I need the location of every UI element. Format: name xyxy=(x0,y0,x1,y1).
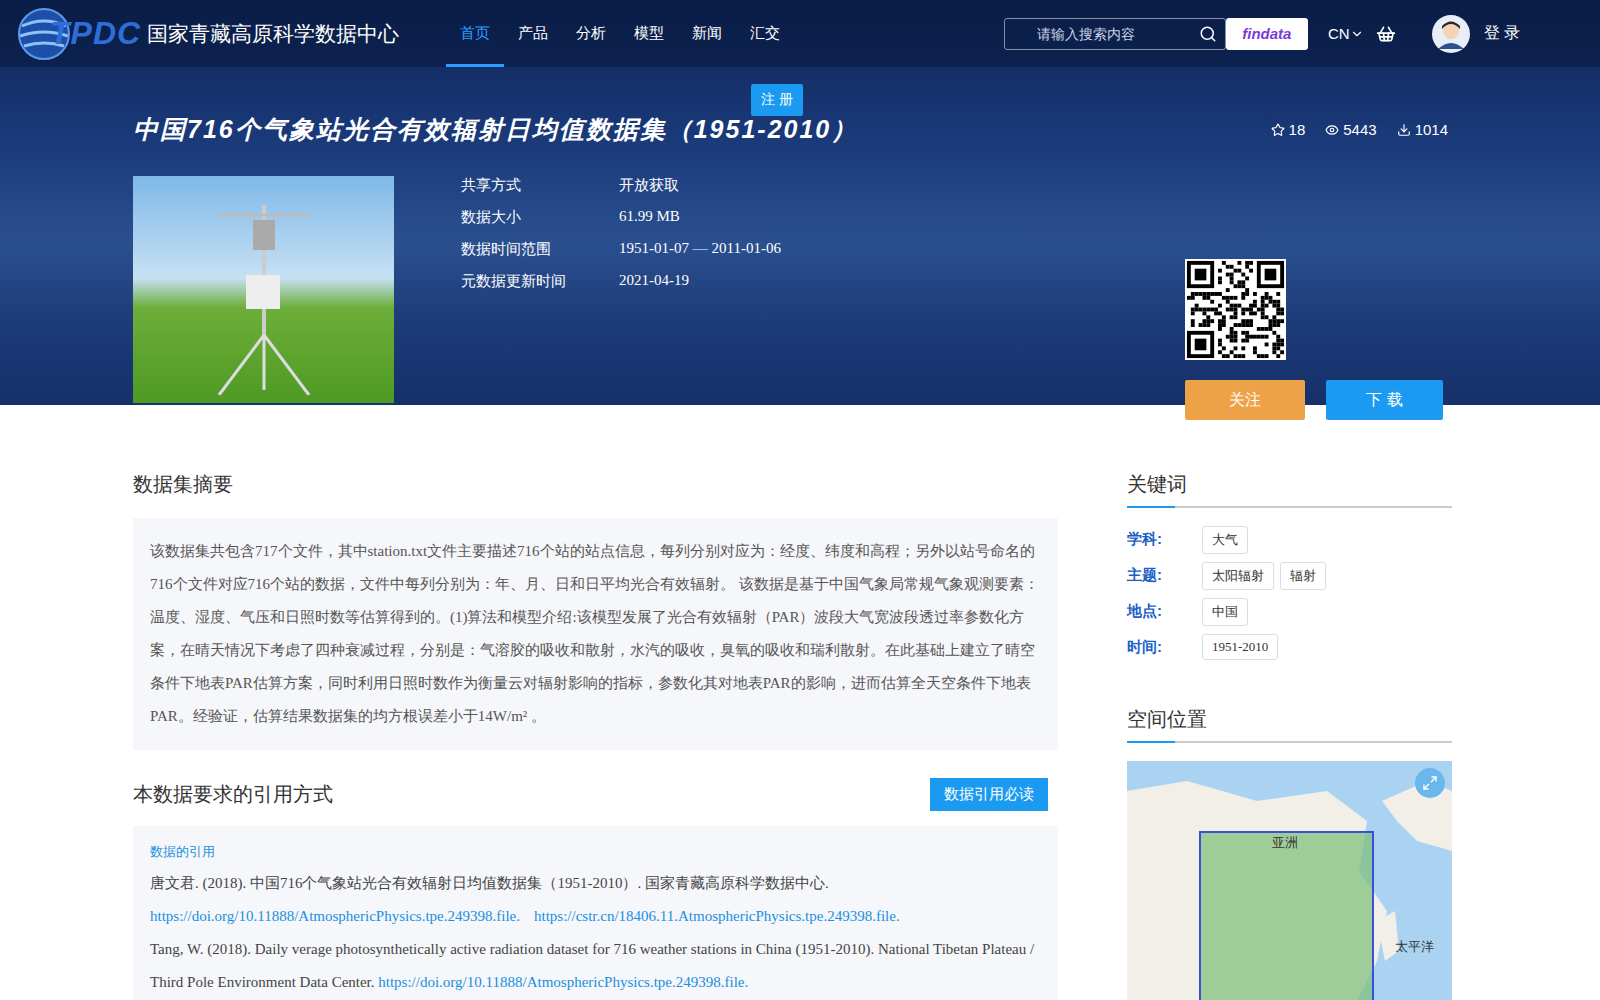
map-icon: 亚洲太平洋 xyxy=(1127,761,1452,1000)
info-label: 数据时间范围 xyxy=(461,240,619,260)
citation-english: Tang, W. (2018). Daily verage photosynth… xyxy=(150,933,1041,999)
eye-icon xyxy=(1325,123,1339,137)
keyword-row: 学科:大气 xyxy=(1127,526,1452,554)
map-label: 亚洲 xyxy=(1272,835,1298,850)
info-value: 1951-01-07 — 2011-01-06 xyxy=(619,240,781,260)
abstract-box: 该数据集共包含717个文件，其中station.txt文件主要描述716个站的站… xyxy=(133,518,1058,750)
keyword-row: 时间:1951-2010 xyxy=(1127,634,1452,660)
register-button[interactable]: 注 册 xyxy=(751,84,803,116)
logo-text: TPDC xyxy=(50,15,141,52)
stars-count: 18 xyxy=(1271,121,1306,138)
dataset-info: 共享方式开放获取数据大小61.99 MB数据时间范围1951-01-07 — 2… xyxy=(461,176,781,420)
info-label: 元数据更新时间 xyxy=(461,272,619,292)
nav-item[interactable]: 产品 xyxy=(504,0,562,67)
nav-item[interactable]: 新闻 xyxy=(678,0,736,67)
downloads-count: 1014 xyxy=(1397,121,1448,138)
citation-box: 数据的引用唐文君. (2018). 中国716个气象站光合有效辐射日均值数据集（… xyxy=(133,826,1058,1000)
star-icon xyxy=(1271,123,1285,137)
keyword-tag[interactable]: 1951-2010 xyxy=(1202,634,1278,660)
citation-links: https://doi.org/10.11888/AtmosphericPhys… xyxy=(150,900,1041,933)
info-value: 开放获取 xyxy=(619,176,679,196)
abstract-text: 该数据集共包含717个文件，其中station.txt文件主要描述716个站的站… xyxy=(150,535,1041,733)
citation-link[interactable]: https://doi.org/10.11888/AtmosphericPhys… xyxy=(378,974,748,990)
map-label: 太平洋 xyxy=(1395,939,1434,954)
citation-heading: 本数据要求的引用方式 xyxy=(133,781,333,808)
keywords-heading: 关键词 xyxy=(1127,471,1452,508)
citation-subheading: 数据的引用 xyxy=(150,843,1041,861)
info-row: 数据大小61.99 MB xyxy=(461,208,781,228)
keyword-tag[interactable]: 太阳辐射 xyxy=(1202,562,1274,590)
qr-code-icon xyxy=(1185,259,1286,360)
info-row: 共享方式开放获取 xyxy=(461,176,781,196)
keyword-label: 主题: xyxy=(1127,562,1202,585)
keyword-tag[interactable]: 大气 xyxy=(1202,526,1248,554)
cart-button[interactable] xyxy=(1376,24,1396,44)
citation-chinese: 唐文君. (2018). 中国716个气象站光合有效辐射日均值数据集（1951-… xyxy=(150,867,1041,900)
info-value: 2021-04-19 xyxy=(619,272,689,292)
nav-item[interactable]: 首页 xyxy=(446,0,504,67)
info-label: 共享方式 xyxy=(461,176,619,196)
info-row: 数据时间范围1951-01-07 — 2011-01-06 xyxy=(461,240,781,260)
citation-link[interactable]: https://doi.org/10.11888/AtmosphericPhys… xyxy=(150,908,520,924)
weather-station-icon xyxy=(189,185,339,395)
avatar-icon[interactable] xyxy=(1432,15,1470,53)
download-icon xyxy=(1397,123,1411,137)
site-name: 国家青藏高原科学数据中心 xyxy=(147,20,399,48)
search-icon[interactable] xyxy=(1199,25,1217,43)
abstract-heading: 数据集摘要 xyxy=(133,471,1058,498)
citation-guide-button[interactable]: 数据引用必读 xyxy=(930,778,1048,811)
keyword-tag[interactable]: 中国 xyxy=(1202,598,1248,626)
nav-item[interactable]: 模型 xyxy=(620,0,678,67)
map-heading: 空间位置 xyxy=(1127,706,1452,743)
location-map[interactable]: 亚洲太平洋 xyxy=(1127,761,1452,1000)
search-input[interactable] xyxy=(1035,25,1193,43)
expand-icon xyxy=(1422,775,1438,791)
keyword-label: 地点: xyxy=(1127,598,1202,621)
info-row: 元数据更新时间2021-04-19 xyxy=(461,272,781,292)
top-banner: TPDC国家青藏高原科学数据中心首页产品分析模型新闻汇交findataCN登 录… xyxy=(0,0,1600,405)
logo[interactable]: TPDC国家青藏高原科学数据中心 xyxy=(16,6,446,62)
main-nav: 首页产品分析模型新闻汇交 xyxy=(446,0,794,67)
dataset-hero: 中国716个气象站光合有效辐射日均值数据集（1951-2010） 18 5443 10… xyxy=(0,67,1600,405)
expand-map-button[interactable] xyxy=(1415,768,1445,798)
download-button[interactable]: 下 载 xyxy=(1326,380,1443,420)
dataset-photo xyxy=(133,176,394,403)
citation-link[interactable]: https://cstr.cn/18406.11.AtmosphericPhys… xyxy=(534,908,900,924)
keyword-row: 主题:太阳辐射辐射 xyxy=(1127,562,1452,590)
findata-button[interactable]: findata xyxy=(1226,18,1308,50)
search-box xyxy=(1004,18,1226,50)
nav-item[interactable]: 分析 xyxy=(562,0,620,67)
keyword-tag[interactable]: 辐射 xyxy=(1280,562,1326,590)
basket-icon xyxy=(1376,24,1396,44)
info-value: 61.99 MB xyxy=(619,208,680,228)
chevron-down-icon xyxy=(1350,27,1364,41)
language-select[interactable]: CN xyxy=(1328,25,1364,42)
keyword-label: 学科: xyxy=(1127,526,1202,549)
info-label: 数据大小 xyxy=(461,208,619,228)
dataset-title: 中国716个气象站光合有效辐射日均值数据集（1951-2010） xyxy=(133,113,858,146)
follow-button[interactable]: 关注 xyxy=(1185,380,1305,420)
header: TPDC国家青藏高原科学数据中心首页产品分析模型新闻汇交findataCN登 录 xyxy=(0,0,1600,67)
keyword-label: 时间: xyxy=(1127,634,1202,657)
login-link[interactable]: 登 录 xyxy=(1484,23,1520,44)
nav-item[interactable]: 汇交 xyxy=(736,0,794,67)
dataset-stats: 18 5443 1014 xyxy=(1271,121,1448,138)
keyword-row: 地点:中国 xyxy=(1127,598,1452,626)
views-count: 5443 xyxy=(1325,121,1376,138)
